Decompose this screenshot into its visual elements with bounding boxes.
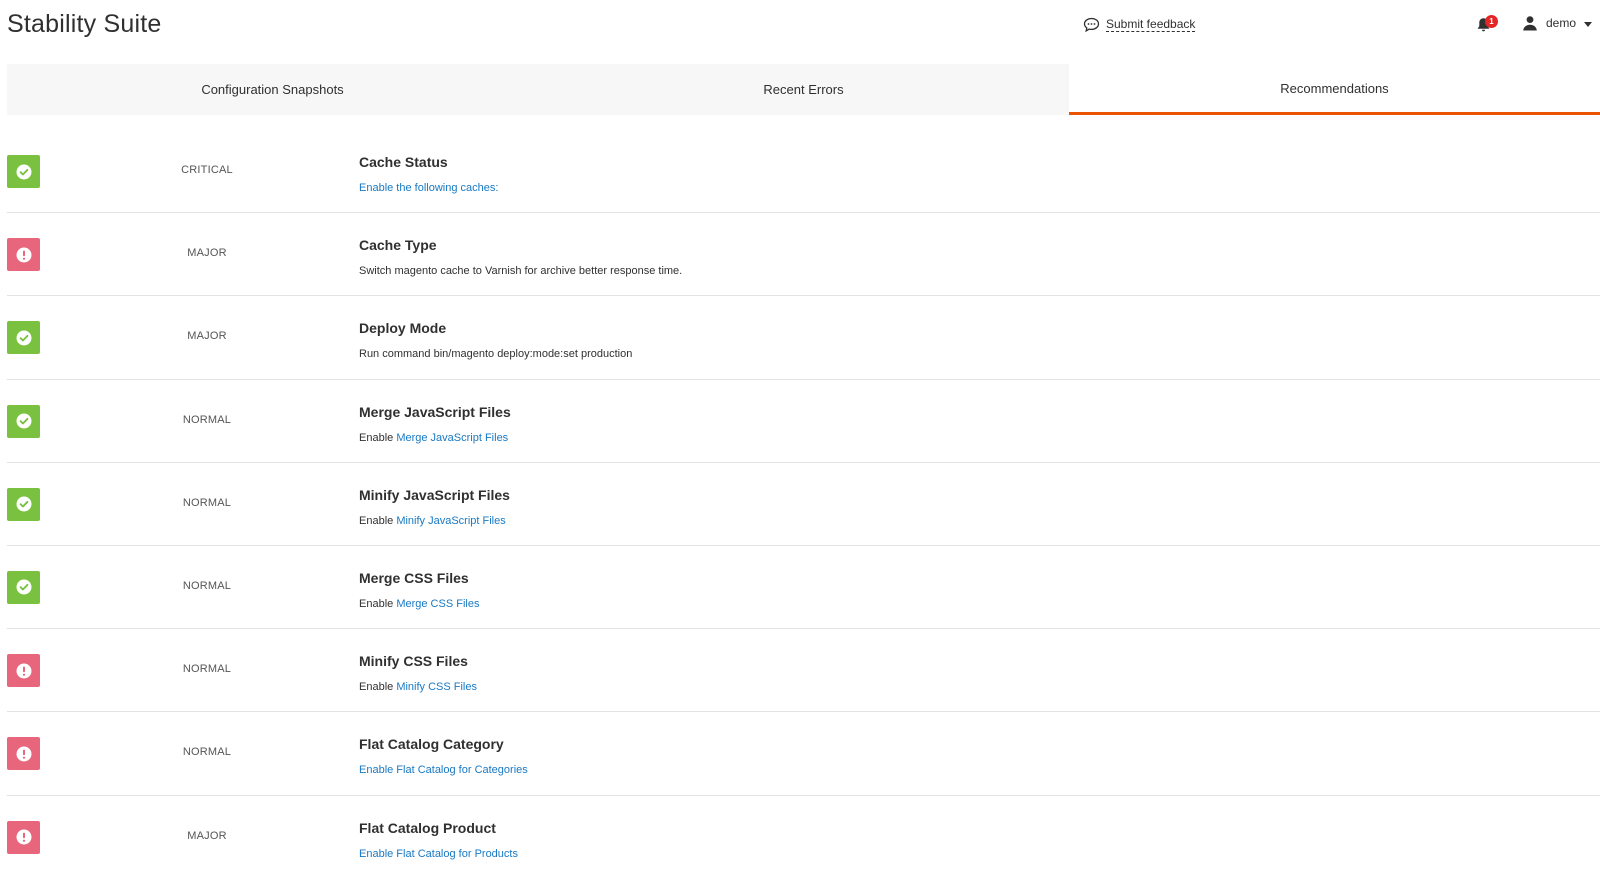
description-text: Run command bin/magento deploy:mode:set … (359, 348, 633, 361)
severity-label: MAJOR (187, 247, 227, 260)
status-icon (7, 820, 40, 854)
status-icon (7, 404, 40, 438)
status-icon (7, 487, 40, 521)
status-icon (7, 737, 40, 771)
exclamation-circle-icon (16, 746, 31, 762)
recommendation-title: Cache Status (359, 154, 448, 170)
severity-label: NORMAL (182, 579, 232, 592)
recommendation-description: Enable Merge CSS Files (359, 598, 479, 610)
status-icon (7, 321, 40, 355)
recommendation-row: MAJOR Cache Type Switch magento cache to… (7, 213, 1600, 297)
description-text: Enable (359, 681, 397, 694)
submit-feedback-label: Submit feedback (1106, 17, 1196, 32)
description-link[interactable]: Merge CSS Files (396, 598, 479, 610)
recommendation-description: Run command bin/magento deploy:mode:set … (359, 348, 632, 360)
status-icon (7, 155, 40, 188)
description-link[interactable]: Minify CSS Files (396, 681, 477, 693)
recommendation-description: Enable Minify CSS Files (359, 681, 477, 693)
check-circle-icon (16, 330, 31, 346)
status-icon (7, 570, 40, 604)
description-link[interactable]: Enable Flat Catalog for Categories (359, 764, 528, 776)
check-circle-icon (16, 164, 31, 179)
submit-feedback-link[interactable]: Submit feedback (1083, 17, 1196, 33)
notifications-button[interactable]: 1 (1476, 15, 1502, 37)
tab-label: Recommendations (1280, 80, 1389, 96)
recommendation-description: Enable Flat Catalog for Products (359, 848, 518, 860)
recommendation-title: Merge CSS Files (359, 569, 469, 586)
recommendation-description: Switch magento cache to Varnish for arch… (359, 265, 682, 277)
recommendation-row: CRITICAL Cache Status Enable the followi… (7, 130, 1600, 214)
description-link[interactable]: Merge JavaScript Files (396, 432, 508, 444)
recommendation-row: NORMAL Minify JavaScript Files Enable Mi… (7, 463, 1600, 546)
description-text: Enable (359, 431, 397, 444)
page-header: Stability Suite Submit feedback 1 demo (0, 0, 1600, 62)
recommendation-description: Enable Merge JavaScript Files (359, 432, 508, 444)
exclamation-circle-icon (16, 663, 31, 679)
recommendation-title: Deploy Mode (359, 320, 447, 337)
recommendations-list: CRITICAL Cache Status Enable the followi… (7, 130, 1600, 879)
recommendation-row: MAJOR Flat Catalog Product Enable Flat C… (7, 796, 1600, 879)
status-icon (7, 238, 40, 272)
exclamation-circle-icon (16, 829, 31, 845)
user-menu[interactable]: demo (1522, 15, 1593, 31)
description-link[interactable]: Enable Flat Catalog for Products (359, 848, 518, 860)
notification-count-badge: 1 (1485, 15, 1498, 28)
severity-label: NORMAL (182, 663, 232, 676)
description-link[interactable]: Enable the following caches: (359, 182, 498, 194)
recommendation-description: Enable Flat Catalog for Categories (359, 764, 528, 776)
chevron-down-icon (1584, 21, 1593, 27)
description-link[interactable]: Minify JavaScript Files (396, 515, 505, 527)
status-icon (7, 654, 40, 688)
severity-label: MAJOR (187, 330, 227, 343)
severity-label: MAJOR (187, 829, 227, 842)
recommendation-title: Minify JavaScript Files (359, 486, 510, 503)
severity-label: NORMAL (182, 746, 232, 759)
description-text: Switch magento cache to Varnish for arch… (359, 265, 683, 278)
tab-recent-errors[interactable]: Recent Errors (538, 64, 1069, 115)
severity-label: CRITICAL (181, 164, 233, 176)
tab-configuration-snapshots[interactable]: Configuration Snapshots (7, 64, 538, 115)
check-circle-icon (16, 579, 31, 595)
tab-label: Recent Errors (763, 82, 844, 97)
severity-label: NORMAL (182, 413, 232, 426)
exclamation-circle-icon (16, 247, 31, 263)
tab-label: Configuration Snapshots (201, 82, 344, 97)
user-name: demo (1546, 16, 1577, 30)
check-circle-icon (16, 413, 31, 429)
recommendation-row: NORMAL Flat Catalog Category Enable Flat… (7, 712, 1600, 796)
recommendation-title: Cache Type (359, 237, 437, 254)
recommendation-description: Enable the following caches: (359, 182, 498, 194)
recommendation-title: Flat Catalog Product (359, 819, 496, 836)
recommendation-row: NORMAL Minify CSS Files Enable Minify CS… (7, 629, 1600, 713)
tab-recommendations[interactable]: Recommendations (1069, 64, 1600, 115)
description-text: Enable (359, 514, 397, 527)
recommendation-title: Merge JavaScript Files (359, 403, 511, 420)
tab-bar: Configuration Snapshots Recent Errors Re… (7, 64, 1600, 115)
user-icon (1523, 16, 1537, 31)
recommendation-title: Minify CSS Files (359, 653, 468, 670)
recommendation-title: Flat Catalog Category (359, 736, 504, 753)
recommendation-row: NORMAL Merge CSS Files Enable Merge CSS … (7, 546, 1600, 630)
recommendation-row: MAJOR Deploy Mode Run command bin/magent… (7, 296, 1600, 380)
page-title: Stability Suite (7, 10, 162, 38)
description-text: Enable (359, 597, 397, 610)
check-circle-icon (16, 496, 31, 512)
recommendation-description: Enable Minify JavaScript Files (359, 515, 506, 527)
severity-label: NORMAL (182, 496, 232, 509)
recommendation-row: NORMAL Merge JavaScript Files Enable Mer… (7, 380, 1600, 463)
speech-bubble-icon (1083, 17, 1100, 33)
